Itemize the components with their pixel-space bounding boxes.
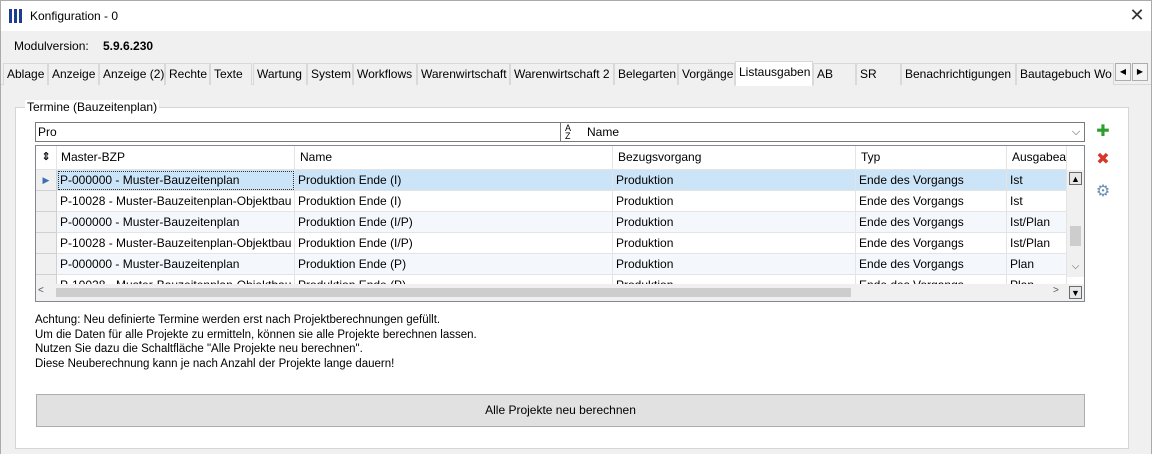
- row-selector[interactable]: [36, 191, 57, 212]
- tab-anzeige[interactable]: Anzeige: [48, 63, 99, 85]
- module-version-value: 5.9.6.230: [103, 39, 154, 53]
- scroll-left-icon[interactable]: <: [38, 285, 44, 296]
- filter-separator: [560, 123, 561, 141]
- column-select[interactable]: Name: [587, 125, 619, 139]
- cell-ausgabeart: Ist: [1007, 191, 1067, 212]
- tab-ab[interactable]: AB: [813, 63, 856, 85]
- vertical-scroll-thumb[interactable]: [1070, 226, 1081, 246]
- tab-vorgaenge[interactable]: Vorgänge: [678, 63, 735, 85]
- gear-icon[interactable]: ⚙: [1094, 183, 1112, 201]
- tab-scroll-right-icon[interactable]: ▶: [1132, 63, 1148, 81]
- row-header-corner[interactable]: ⇕: [36, 146, 57, 170]
- hint-text: Achtung: Neu definierte Termine werden e…: [35, 313, 477, 371]
- cell-name: Produktion Ende (I/P): [295, 212, 613, 233]
- tab-belegarten[interactable]: Belegarten: [614, 63, 678, 85]
- tab-wartung[interactable]: Wartung: [253, 63, 307, 85]
- cell-master-bzp: P-10028 - Muster-Bauzeitenplan-Objektbau: [57, 233, 295, 254]
- cell-master-bzp: P-000000 - Muster-Bauzeitenplan: [57, 254, 295, 275]
- cell-bezugsvorgang: Produktion: [613, 170, 856, 191]
- cell-ausgabeart: Ist/Plan: [1007, 233, 1067, 254]
- tab-listausgaben[interactable]: Listausgaben: [735, 61, 813, 86]
- cell-name: Produktion Ende (P): [295, 254, 613, 275]
- group-legend: Termine (Bauzeitenplan): [25, 100, 160, 114]
- column-header-name[interactable]: Name ^: [295, 146, 613, 170]
- horizontal-scroll-thumb[interactable]: [56, 288, 851, 297]
- cell-ausgabeart: Ist/Plan: [1007, 212, 1067, 233]
- scroll-to-top-icon[interactable]: ▲: [1069, 172, 1082, 185]
- table-row[interactable]: P-10028 - Muster-Bauzeitenplan-Objektbau…: [36, 233, 1067, 254]
- cell-typ: Ende des Vorgangs: [856, 212, 1007, 233]
- cell-master-bzp: P-000000 - Muster-Bauzeitenplan: [57, 170, 295, 191]
- hint-line: Nutzen Sie dazu die Schaltfläche "Alle P…: [35, 343, 363, 355]
- column-header-ausgabeart[interactable]: Ausgabeart: [1007, 146, 1067, 170]
- scroll-corner: ▼: [1067, 284, 1084, 301]
- tab-anzeige-2[interactable]: Anzeige (2): [99, 63, 165, 85]
- tab-benachrichtigungen[interactable]: Benachrichtigungen: [901, 63, 1016, 85]
- tab-sr[interactable]: SR: [856, 63, 901, 85]
- row-selector[interactable]: [36, 254, 57, 275]
- filter-input[interactable]: Pro: [38, 125, 57, 139]
- tab-system[interactable]: System: [307, 63, 353, 85]
- sort-az-icon: AZ: [565, 123, 572, 141]
- tab-bautagebuch[interactable]: Bautagebuch Wo: [1016, 63, 1114, 85]
- chevron-down-icon[interactable]: ⌵: [1068, 123, 1084, 141]
- row-selector[interactable]: [36, 212, 57, 233]
- cell-bezugsvorgang: Produktion: [613, 233, 856, 254]
- tab-warenwirtschaft[interactable]: Warenwirtschaft: [417, 63, 510, 85]
- module-version-row: Modulversion: 5.9.6.230: [1, 31, 1151, 61]
- tab-rechte[interactable]: Rechte: [165, 63, 210, 85]
- row-selector-icon[interactable]: ▶: [36, 170, 57, 191]
- title-bar: Konfiguration - 0 ✕: [1, 1, 1151, 31]
- cell-typ: Ende des Vorgangs: [856, 170, 1007, 191]
- cell-name: Produktion Ende (I): [295, 191, 613, 212]
- cell-name: Produktion Ende (I/P): [295, 233, 613, 254]
- delete-icon[interactable]: ✖: [1094, 151, 1112, 169]
- hint-line: Achtung: Neu definierte Termine werden e…: [35, 314, 441, 326]
- table-row[interactable]: P-000000 - Muster-Bauzeitenplan Produkti…: [36, 212, 1067, 233]
- tab-scroll-left-icon[interactable]: ◀: [1115, 63, 1131, 81]
- cell-name: Produktion Ende (I): [295, 170, 613, 191]
- tab-ablage[interactable]: Ablage: [3, 63, 48, 85]
- filter-bar: Pro AZ Name ⌵: [35, 122, 1085, 142]
- window-title: Konfiguration - 0: [30, 9, 119, 23]
- cell-ausgabeart: Plan: [1007, 254, 1067, 275]
- scroll-right-icon[interactable]: >: [1053, 285, 1059, 296]
- column-header-name-label: Name: [300, 150, 333, 164]
- cell-master-bzp: P-10028 - Muster-Bauzeitenplan-Objektbau: [57, 191, 295, 212]
- column-header-bezugsvorgang[interactable]: Bezugsvorgang: [613, 146, 856, 170]
- cell-bezugsvorgang: Produktion: [613, 191, 856, 212]
- tab-workflows[interactable]: Workflows: [353, 63, 417, 85]
- hint-line: Diese Neuberechnung kann je nach Anzahl …: [35, 357, 395, 370]
- table-row[interactable]: ▶ P-000000 - Muster-Bauzeitenplan Produk…: [36, 170, 1067, 191]
- table-row[interactable]: P-000000 - Muster-Bauzeitenplan Produkti…: [36, 254, 1067, 275]
- horizontal-scrollbar[interactable]: < >: [36, 284, 1067, 301]
- tab-strip: Ablage Anzeige Anzeige (2) Rechte Texte …: [1, 61, 1151, 86]
- hint-line: Um die Daten für alle Projekte zu ermitt…: [35, 328, 477, 341]
- scroll-down-icon[interactable]: ⌵: [1070, 261, 1081, 275]
- close-icon[interactable]: ✕: [1126, 5, 1148, 27]
- column-header-typ[interactable]: Typ: [856, 146, 1007, 170]
- cell-ausgabeart: Ist: [1007, 170, 1067, 191]
- table-row[interactable]: P-10028 - Muster-Bauzeitenplan-Objektbau…: [36, 191, 1067, 212]
- add-icon[interactable]: ✚: [1094, 123, 1112, 141]
- row-selector[interactable]: [36, 233, 57, 254]
- cell-bezugsvorgang: Produktion: [613, 212, 856, 233]
- vertical-scrollbar[interactable]: ▲ ⌵: [1067, 170, 1084, 277]
- app-logo-icon: [9, 9, 25, 23]
- appointments-grid: ⇕ Master-BZP Name ^ Bezugsvorgang Typ Au…: [35, 145, 1085, 302]
- column-header-master-bzp[interactable]: Master-BZP: [57, 146, 295, 170]
- cell-typ: Ende des Vorgangs: [856, 233, 1007, 254]
- recalculate-all-button[interactable]: Alle Projekte neu berechnen: [36, 394, 1085, 427]
- scroll-to-bottom-icon[interactable]: ▼: [1069, 286, 1082, 299]
- cell-typ: Ende des Vorgangs: [856, 191, 1007, 212]
- tab-texte[interactable]: Texte: [210, 63, 252, 85]
- cell-typ: Ende des Vorgangs: [856, 254, 1007, 275]
- cell-bezugsvorgang: Produktion: [613, 254, 856, 275]
- configuration-window: Konfiguration - 0 ✕ Modulversion: 5.9.6.…: [0, 0, 1152, 454]
- tab-warenwirtschaft-2[interactable]: Warenwirtschaft 2: [510, 63, 614, 85]
- module-version-label: Modulversion:: [14, 39, 89, 53]
- cell-master-bzp: P-000000 - Muster-Bauzeitenplan: [57, 212, 295, 233]
